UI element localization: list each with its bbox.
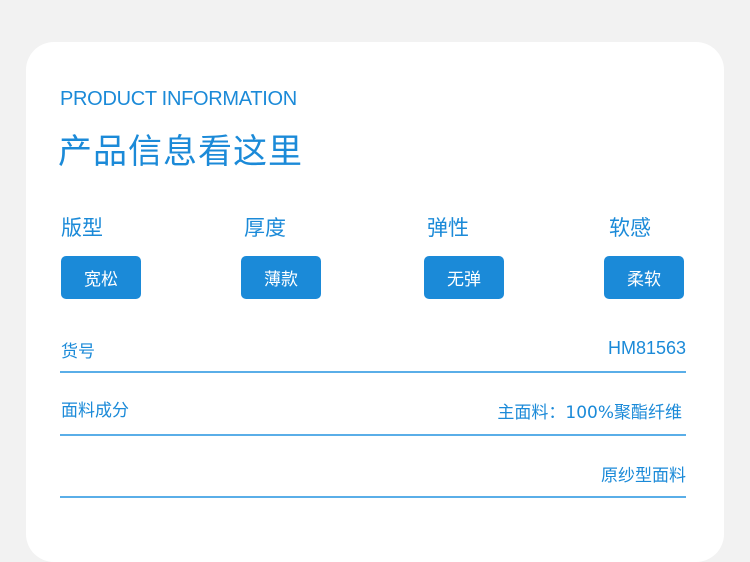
item-number-label: 货号 xyxy=(61,342,95,362)
attribute-thickness-label: 厚度 xyxy=(244,216,286,240)
attribute-softness-tag: 柔软 xyxy=(604,256,684,299)
section-subtitle-en: PRODUCT INFORMATION xyxy=(60,88,297,110)
fabric-type-note: 原纱型面料 xyxy=(601,466,686,486)
fabric-composition-value: 主面料：100%聚酯纤维 xyxy=(497,403,682,423)
attribute-elasticity-label: 弹性 xyxy=(427,216,469,240)
divider xyxy=(60,496,686,498)
attribute-fit-label: 版型 xyxy=(61,216,103,240)
fabric-composition-label: 面料成分 xyxy=(61,401,129,421)
divider xyxy=(60,434,686,436)
section-title: 产品信息看这里 xyxy=(58,132,303,172)
attribute-softness-label: 软感 xyxy=(609,216,651,240)
item-number-value: HM81563 xyxy=(607,338,686,358)
attribute-elasticity-tag: 无弹 xyxy=(424,256,504,299)
attribute-fit-tag: 宽松 xyxy=(61,256,141,299)
attribute-thickness-tag: 薄款 xyxy=(241,256,321,299)
divider xyxy=(60,371,686,373)
